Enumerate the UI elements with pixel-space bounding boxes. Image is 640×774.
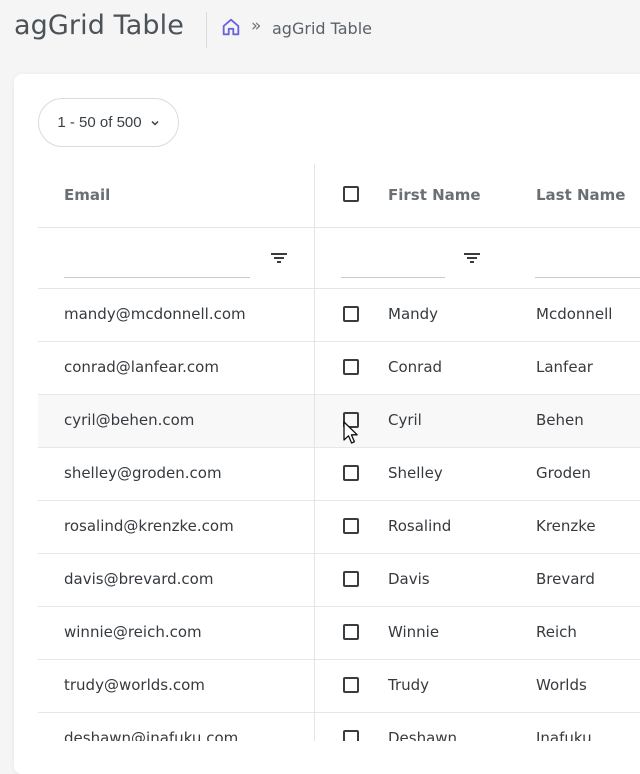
table-row[interactable]: winnie@reich.com Winnie Reich bbox=[38, 607, 640, 660]
last-name-cell: Lanfear bbox=[536, 358, 593, 376]
pagination-label: 1 - 50 of 500 bbox=[57, 114, 142, 131]
page-title: agGrid Table bbox=[14, 10, 184, 41]
row-checkbox[interactable] bbox=[343, 624, 359, 640]
column-header-first-name[interactable]: First Name bbox=[388, 186, 481, 204]
row-checkbox[interactable] bbox=[343, 306, 359, 322]
first-name-cell: Davis bbox=[388, 570, 430, 588]
ag-grid: Email First Name Last Name mandy@mcdonne… bbox=[38, 164, 640, 741]
email-cell: cyril@behen.com bbox=[64, 411, 195, 429]
email-cell: davis@brevard.com bbox=[64, 570, 214, 588]
last-name-cell: Reich bbox=[536, 623, 577, 641]
row-checkbox[interactable] bbox=[343, 359, 359, 375]
last-name-cell: Worlds bbox=[536, 676, 587, 694]
row-checkbox[interactable] bbox=[343, 571, 359, 587]
last-name-cell: Behen bbox=[536, 411, 584, 429]
email-filter-input[interactable] bbox=[64, 277, 250, 278]
first-name-cell: Trudy bbox=[388, 676, 430, 694]
header-row: Email First Name Last Name bbox=[38, 164, 640, 228]
email-cell: mandy@mcdonnell.com bbox=[64, 305, 246, 323]
last-name-cell: Mcdonnell bbox=[536, 305, 613, 323]
select-all-checkbox[interactable] bbox=[343, 186, 359, 202]
table-row[interactable]: rosalind@krenzke.com Rosalind Krenzke bbox=[38, 501, 640, 554]
page-header: agGrid Table » agGrid Table bbox=[0, 0, 640, 60]
pagination-dropdown[interactable]: 1 - 50 of 500 bbox=[38, 98, 179, 147]
first-name-cell: Mandy bbox=[388, 305, 439, 323]
breadcrumb-separator: » bbox=[251, 16, 262, 36]
table-row[interactable]: deshawn@inafuku.com Deshawn Inafuku bbox=[38, 713, 640, 741]
email-cell: conrad@lanfear.com bbox=[64, 358, 219, 376]
row-checkbox[interactable] bbox=[343, 465, 359, 481]
row-checkbox[interactable] bbox=[343, 730, 359, 741]
email-cell: shelley@groden.com bbox=[64, 464, 222, 482]
breadcrumb-current: agGrid Table bbox=[272, 19, 372, 38]
row-checkbox[interactable] bbox=[343, 677, 359, 693]
first-name-cell: Shelley bbox=[388, 464, 443, 482]
email-cell: rosalind@krenzke.com bbox=[64, 517, 234, 535]
last-name-cell: Inafuku bbox=[536, 729, 592, 741]
email-filter-icon[interactable] bbox=[271, 252, 287, 264]
last-name-cell: Brevard bbox=[536, 570, 595, 588]
email-cell: winnie@reich.com bbox=[64, 623, 202, 641]
header-divider bbox=[206, 12, 207, 48]
table-row[interactable]: mandy@mcdonnell.com Mandy Mcdonnell bbox=[38, 289, 640, 342]
last-name-filter-input[interactable] bbox=[535, 277, 640, 278]
first-name-cell: Deshawn bbox=[388, 729, 458, 741]
email-cell: deshawn@inafuku.com bbox=[64, 729, 239, 741]
column-header-email[interactable]: Email bbox=[64, 186, 110, 204]
email-cell: trudy@worlds.com bbox=[64, 676, 205, 694]
last-name-cell: Groden bbox=[536, 464, 591, 482]
mouse-cursor-icon bbox=[343, 421, 358, 444]
row-checkbox[interactable] bbox=[343, 518, 359, 534]
first-name-cell: Rosalind bbox=[388, 517, 452, 535]
table-row[interactable]: trudy@worlds.com Trudy Worlds bbox=[38, 660, 640, 713]
table-row[interactable]: davis@brevard.com Davis Brevard bbox=[38, 554, 640, 607]
first-name-cell: Conrad bbox=[388, 358, 443, 376]
pinned-column-divider bbox=[314, 164, 315, 741]
table-row[interactable]: conrad@lanfear.com Conrad Lanfear bbox=[38, 342, 640, 395]
first-name-filter-input[interactable] bbox=[341, 277, 445, 278]
first-name-filter-icon[interactable] bbox=[464, 252, 480, 264]
column-header-last-name[interactable]: Last Name bbox=[536, 186, 625, 204]
last-name-cell: Krenzke bbox=[536, 517, 596, 535]
home-icon[interactable] bbox=[220, 16, 242, 38]
chevron-down-icon bbox=[151, 120, 159, 126]
table-row[interactable]: shelley@groden.com Shelley Groden bbox=[38, 448, 640, 501]
table-row[interactable]: cyril@behen.com Cyril Behen bbox=[38, 395, 640, 448]
filter-row bbox=[38, 228, 640, 289]
first-name-cell: Cyril bbox=[388, 411, 422, 429]
first-name-cell: Winnie bbox=[388, 623, 440, 641]
